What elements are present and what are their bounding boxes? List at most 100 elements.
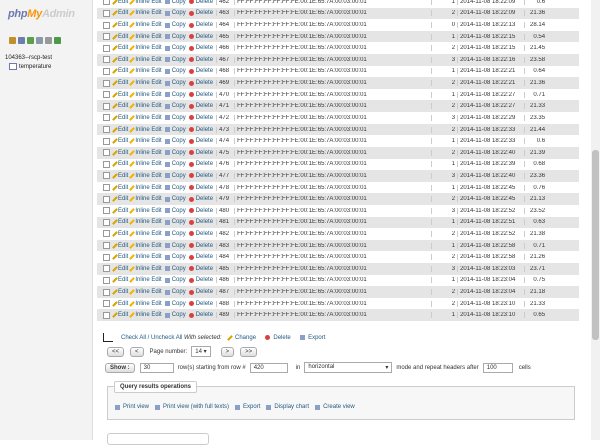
cell-value[interactable]: 0.71 [524, 91, 547, 98]
cell-sensor[interactable]: 2 [431, 300, 457, 307]
delete-link[interactable]: Delete [273, 335, 290, 341]
cell-value[interactable]: 0.54 [524, 33, 547, 40]
cell-sensor[interactable]: 3 [431, 265, 457, 272]
cell-mac[interactable]: FF:FF:FF:FF:FF:FF:FE:00:1E:65:7A:00:03:0… [234, 10, 431, 17]
logout-icon[interactable] [27, 37, 34, 44]
cell-value[interactable]: 0.6 [524, 138, 547, 145]
cell-value[interactable]: 21.38 [524, 230, 547, 237]
cell-value[interactable]: 0.6 [524, 0, 547, 5]
export-link[interactable]: Export [235, 404, 260, 410]
inline-edit-link[interactable]: Inline Edit [129, 34, 162, 40]
cell-sensor[interactable]: 2 [431, 80, 457, 87]
cell-sensor[interactable]: 1 [431, 184, 457, 191]
cell-sensor[interactable]: 2 [431, 289, 457, 296]
row-checkbox[interactable] [103, 218, 110, 226]
cell-sensor[interactable]: 2 [431, 10, 457, 17]
delete-link[interactable]: Delete [188, 68, 213, 74]
cell-id[interactable]: 482 [216, 230, 234, 237]
copy-link[interactable]: Copy [164, 68, 186, 74]
phpmyadmin-logo[interactable]: phpMyAdmin [8, 8, 75, 20]
inline-edit-link[interactable]: Inline Edit [129, 173, 162, 179]
delete-link[interactable]: Delete [188, 80, 213, 86]
cell-sensor[interactable]: 1 [431, 242, 457, 249]
cell-timestamp[interactable]: 2014-11-08 18:22:51 [457, 219, 524, 226]
row-checkbox[interactable] [103, 67, 110, 75]
start-row-input[interactable]: 420 [249, 362, 288, 373]
cell-timestamp[interactable]: 2014-11-08 18:22:33 [457, 138, 524, 145]
cell-mac[interactable]: FF:FF:FF:FF:FF:FF:FE:00:1E:65:7A:00:03:0… [234, 114, 431, 121]
cell-value[interactable]: 21.26 [524, 254, 547, 261]
display-chart-link[interactable]: Display chart [266, 404, 309, 410]
cell-sensor[interactable]: 1 [431, 68, 457, 75]
reload-icon[interactable] [54, 37, 61, 44]
delete-link[interactable]: Delete [188, 231, 213, 237]
cell-mac[interactable]: FF:FF:FF:FF:FF:FF:FE:00:1E:65:7A:00:03:0… [234, 265, 431, 272]
edit-link[interactable]: Edit [112, 68, 128, 74]
change-link[interactable]: Change [235, 335, 256, 341]
inline-edit-link[interactable]: Inline Edit [129, 57, 162, 63]
cell-value[interactable]: 21.44 [524, 126, 547, 133]
copy-link[interactable]: Copy [164, 0, 186, 5]
cell-value[interactable]: 0.75 [524, 277, 547, 284]
edit-link[interactable]: Edit [112, 243, 128, 249]
inline-edit-link[interactable]: Inline Edit [129, 22, 162, 28]
edit-link[interactable]: Edit [112, 34, 128, 40]
row-checkbox[interactable] [103, 0, 110, 6]
inline-edit-link[interactable]: Inline Edit [129, 68, 162, 74]
row-checkbox[interactable] [103, 242, 110, 250]
inline-edit-link[interactable]: Inline Edit [129, 312, 162, 318]
cell-id[interactable]: 478 [216, 184, 234, 191]
cell-value[interactable]: 21.45 [524, 45, 547, 52]
row-checkbox[interactable] [103, 184, 110, 192]
delete-link[interactable]: Delete [188, 45, 213, 51]
cell-mac[interactable]: FF:FF:FF:FF:FF:FF:FE:00:1E:65:7A:00:03:0… [234, 277, 431, 284]
cell-mac[interactable]: FF:FF:FF:FF:FF:FF:FE:00:1E:65:7A:00:03:0… [234, 68, 431, 75]
rows-count-input[interactable]: 30 [139, 362, 174, 373]
cell-value[interactable]: 0.64 [524, 68, 547, 75]
edit-link[interactable]: Edit [112, 115, 128, 121]
cell-timestamp[interactable]: 2014-11-08 18:22:58 [457, 242, 524, 249]
cell-value[interactable]: 0.68 [524, 161, 547, 168]
inline-edit-link[interactable]: Inline Edit [129, 277, 162, 283]
cell-timestamp[interactable]: 2014-11-08 18:22:33 [457, 126, 524, 133]
row-checkbox[interactable] [103, 9, 110, 17]
inline-edit-link[interactable]: Inline Edit [129, 80, 162, 86]
cell-id[interactable]: 479 [216, 196, 234, 203]
export-link[interactable]: Export [308, 335, 325, 341]
cell-timestamp[interactable]: 2014-11-08 18:22:40 [457, 172, 524, 179]
cell-timestamp[interactable]: 2014-11-08 18:22:16 [457, 56, 524, 63]
row-checkbox[interactable] [103, 230, 110, 238]
copy-link[interactable]: Copy [164, 254, 186, 260]
edit-link[interactable]: Edit [112, 103, 128, 109]
cell-mac[interactable]: FF:FF:FF:FF:FF:FF:FE:00:1E:65:7A:00:03:0… [234, 33, 431, 40]
cell-value[interactable]: 21.39 [524, 149, 547, 156]
create-view-link[interactable]: Create view [315, 404, 355, 410]
cell-timestamp[interactable]: 2014-11-08 18:22:13 [457, 22, 524, 29]
delete-link[interactable]: Delete [188, 266, 213, 272]
delete-link[interactable]: Delete [188, 0, 213, 5]
cell-value[interactable]: 0.71 [524, 242, 547, 249]
delete-link[interactable]: Delete [188, 185, 213, 191]
inline-edit-link[interactable]: Inline Edit [129, 138, 162, 144]
copy-link[interactable]: Copy [164, 103, 186, 109]
row-checkbox[interactable] [103, 114, 110, 122]
cell-sensor[interactable]: 2 [431, 103, 457, 110]
inline-edit-link[interactable]: Inline Edit [129, 92, 162, 98]
page-number-select[interactable]: 14 ▾ [191, 346, 211, 357]
delete-link[interactable]: Delete [188, 289, 213, 295]
inline-edit-link[interactable]: Inline Edit [129, 185, 162, 191]
row-checkbox[interactable] [103, 56, 110, 64]
cell-sensor[interactable]: 3 [431, 56, 457, 63]
cell-timestamp[interactable]: 2014-11-08 18:22:21 [457, 80, 524, 87]
cell-sensor[interactable]: 3 [431, 114, 457, 121]
cell-timestamp[interactable]: 2014-11-08 18:22:15 [457, 33, 524, 40]
cell-timestamp[interactable]: 2014-11-08 18:22:45 [457, 184, 524, 191]
cell-value[interactable]: 0.65 [524, 312, 547, 319]
display-mode-select[interactable]: horizontal ▾ [304, 362, 393, 373]
edit-link[interactable]: Edit [112, 0, 128, 5]
cell-timestamp[interactable]: 2014-11-08 18:22:58 [457, 254, 524, 261]
delete-link[interactable]: Delete [188, 22, 213, 28]
cell-mac[interactable]: FF:FF:FF:FF:FF:FF:FE:00:1E:65:7A:00:03:0… [234, 149, 431, 156]
cell-timestamp[interactable]: 2014-11-08 18:22:39 [457, 161, 524, 168]
prev-page-button[interactable]: < [130, 346, 144, 357]
